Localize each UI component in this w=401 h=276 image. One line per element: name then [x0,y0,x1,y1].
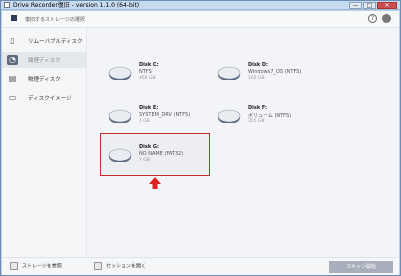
disk-size: 355 GB [248,119,265,124]
disk-item-g[interactable]: Disk G: NO NAME (FAT32) 7 GB [108,142,218,172]
sidebar-item-label: 物理ディスク [28,77,61,83]
disk-size: 102 GB [248,76,265,81]
disk-item-c[interactable]: Disk C: NTFS 466 GB [108,60,218,90]
close-button[interactable]: ✕ [377,2,397,9]
maximize-button[interactable]: □ [363,2,376,9]
disk-icon: ◔ [7,55,18,65]
footer: ストレージを参照 セッションを開く スキャン開始 [2,257,399,275]
disk-name: Disk C: [139,62,159,68]
app-window: Drive Recorder復旧 - version 1.1.0 (64-bit… [0,0,401,276]
app-logo-icon [11,15,17,21]
disk-icon [108,148,132,162]
sidebar-item-label: ディスクイメージ [28,96,72,102]
account-icon[interactable] [382,14,391,23]
disk-list: Disk C: NTFS 466 GB Disk D: Windows7_OS … [88,28,399,257]
disk-filesystem: NO NAME (FAT32) [139,151,184,157]
disk-size: 7 GB [139,158,150,163]
disk-item-f[interactable]: Disk F: ボリューム (NTFS) 355 GB [217,103,327,133]
scan-start-button[interactable]: スキャン開始 [329,261,393,273]
image-file-icon: ▭ [8,93,17,102]
disk-icon [108,109,132,123]
disk-name: Disk D: [248,62,269,68]
disk-size: 466 GB [139,76,156,81]
open-session-label: セッションを開く [106,263,147,270]
window-title: Drive Recorder復旧 - version 1.1.0 (64-bit… [13,2,140,9]
disk-name: Disk F: [248,105,268,111]
minimize-button[interactable]: — [349,2,362,9]
load-storage-label: ストレージを参照 [22,263,62,270]
app-body: 復旧するストレージの選択 ? ▯ リムーバブルディスク ◔ 論理ディスク ▤ 物… [2,11,399,275]
disk-filesystem: NTFS [139,69,152,75]
session-icon [94,262,102,270]
disk-item-e[interactable]: Disk E: SYSTEM_DRV (NTFS) 1 GB [108,103,218,133]
disk-item-d[interactable]: Disk D: Windows7_OS (NTFS) 102 GB [217,60,327,90]
disk-icon [217,66,241,80]
title-bar[interactable]: Drive Recorder復旧 - version 1.1.0 (64-bit… [1,1,400,10]
disk-icon [217,109,241,123]
load-storage-button[interactable]: ストレージを参照 [10,262,62,273]
hard-drive-icon: ▤ [8,74,17,83]
sidebar-item-physical-disk[interactable]: ▤ 物理ディスク [2,71,87,87]
sidebar-item-disk-image[interactable]: ▭ ディスクイメージ [2,90,87,106]
sd-card-icon: ▯ [10,36,15,45]
disk-filesystem: SYSTEM_DRV (NTFS) [139,112,191,118]
arrow-up-icon [149,177,161,189]
sidebar: ▯ リムーバブルディスク ◔ 論理ディスク ▤ 物理ディスク ▭ ディスクイメー… [2,28,87,257]
sidebar-item-logical-disk[interactable]: ◔ 論理ディスク [2,52,87,68]
help-icon[interactable]: ? [368,14,377,23]
disk-size: 1 GB [139,119,150,124]
sidebar-item-label: 論理ディスク [28,58,61,64]
disk-icon [108,66,132,80]
header: 復旧するストレージの選択 ? [2,11,399,28]
disk-name: Disk G: [139,144,160,150]
sidebar-item-label: リムーバブルディスク [28,39,83,45]
folder-icon [10,262,18,270]
disk-name: Disk E: [139,105,159,111]
app-icon [4,2,10,8]
open-session-button[interactable]: セッションを開く [94,262,146,273]
page-title: 復旧するストレージの選択 [25,17,85,23]
disk-filesystem: ボリューム (NTFS) [248,113,292,119]
disk-filesystem: Windows7_OS (NTFS) [248,69,302,75]
sidebar-item-removable-disk[interactable]: ▯ リムーバブルディスク [2,33,87,49]
